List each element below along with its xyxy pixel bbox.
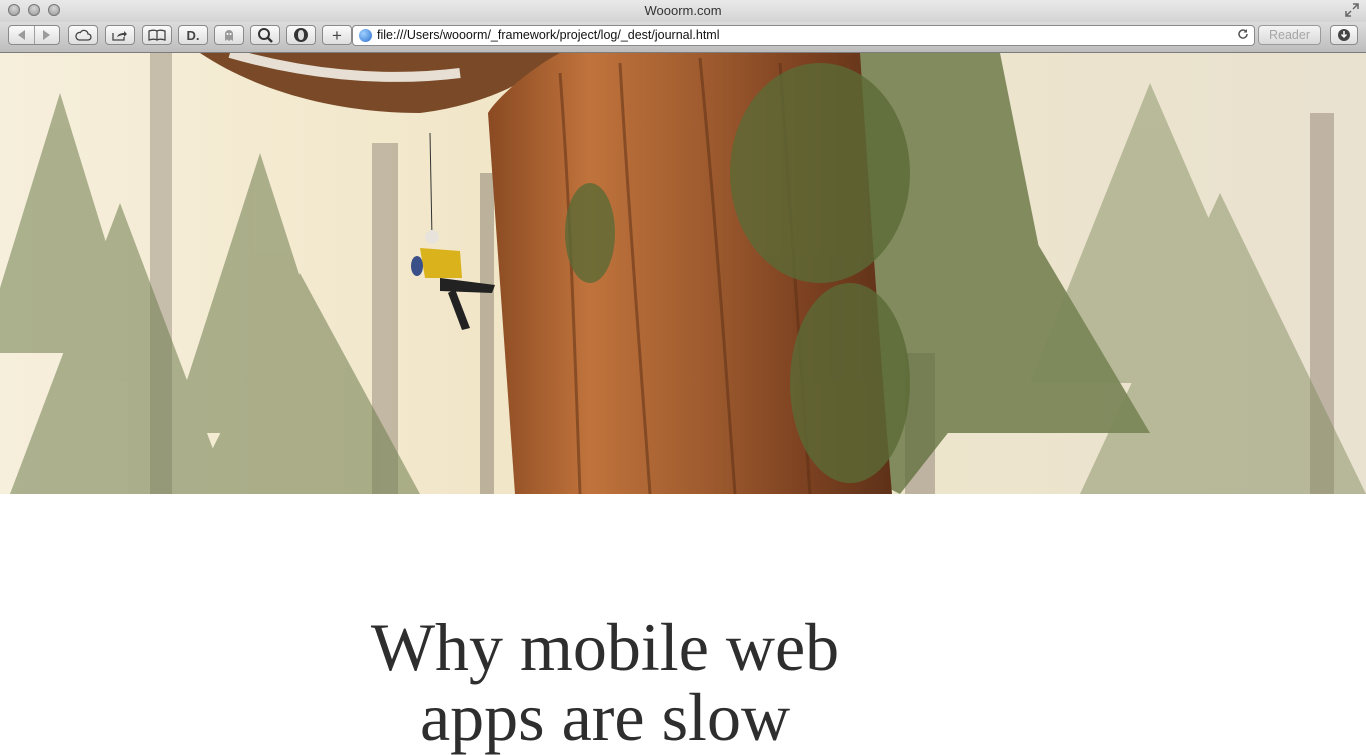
share-button[interactable]: [105, 25, 135, 45]
ghost-icon: [223, 29, 235, 42]
shield-icon: [293, 27, 309, 43]
plus-icon: +: [332, 25, 342, 45]
downloads-button[interactable]: [1330, 25, 1358, 45]
extension-d-button[interactable]: D.: [178, 25, 208, 45]
browser-toolbar: D. + file:///Users/wooorm/_framework/pro…: [0, 22, 1366, 53]
book-icon: [148, 29, 166, 41]
icloud-tabs-button[interactable]: [68, 25, 98, 45]
reload-icon[interactable]: [1237, 28, 1249, 43]
new-tab-button[interactable]: +: [322, 25, 352, 45]
extension-ghostery-button[interactable]: [214, 25, 244, 45]
forest-illustration: [0, 53, 1366, 494]
article-headline: Why mobile web apps are slow: [370, 609, 840, 755]
bookmarks-button[interactable]: [142, 25, 172, 45]
download-icon: [1337, 28, 1351, 42]
share-icon: [112, 29, 128, 41]
magnifier-icon: [257, 27, 273, 43]
window-titlebar: Wooorm.com: [0, 0, 1366, 22]
back-forward-group: [8, 25, 60, 45]
extension-shield-button[interactable]: [286, 25, 316, 45]
cloud-icon: [74, 29, 92, 41]
window-title: Wooorm.com: [644, 3, 722, 18]
hero-image: [0, 53, 1366, 494]
url-text[interactable]: file:///Users/wooorm/_framework/project/…: [377, 28, 720, 42]
extension-search-button[interactable]: [250, 25, 280, 45]
d-logo-icon: D.: [186, 27, 200, 43]
reader-button[interactable]: Reader: [1258, 25, 1321, 45]
back-button[interactable]: [9, 26, 35, 44]
globe-icon: [359, 29, 372, 42]
forward-button[interactable]: [35, 26, 60, 44]
fullscreen-icon[interactable]: [1344, 3, 1360, 19]
address-bar[interactable]: file:///Users/wooorm/_framework/project/…: [352, 25, 1255, 46]
